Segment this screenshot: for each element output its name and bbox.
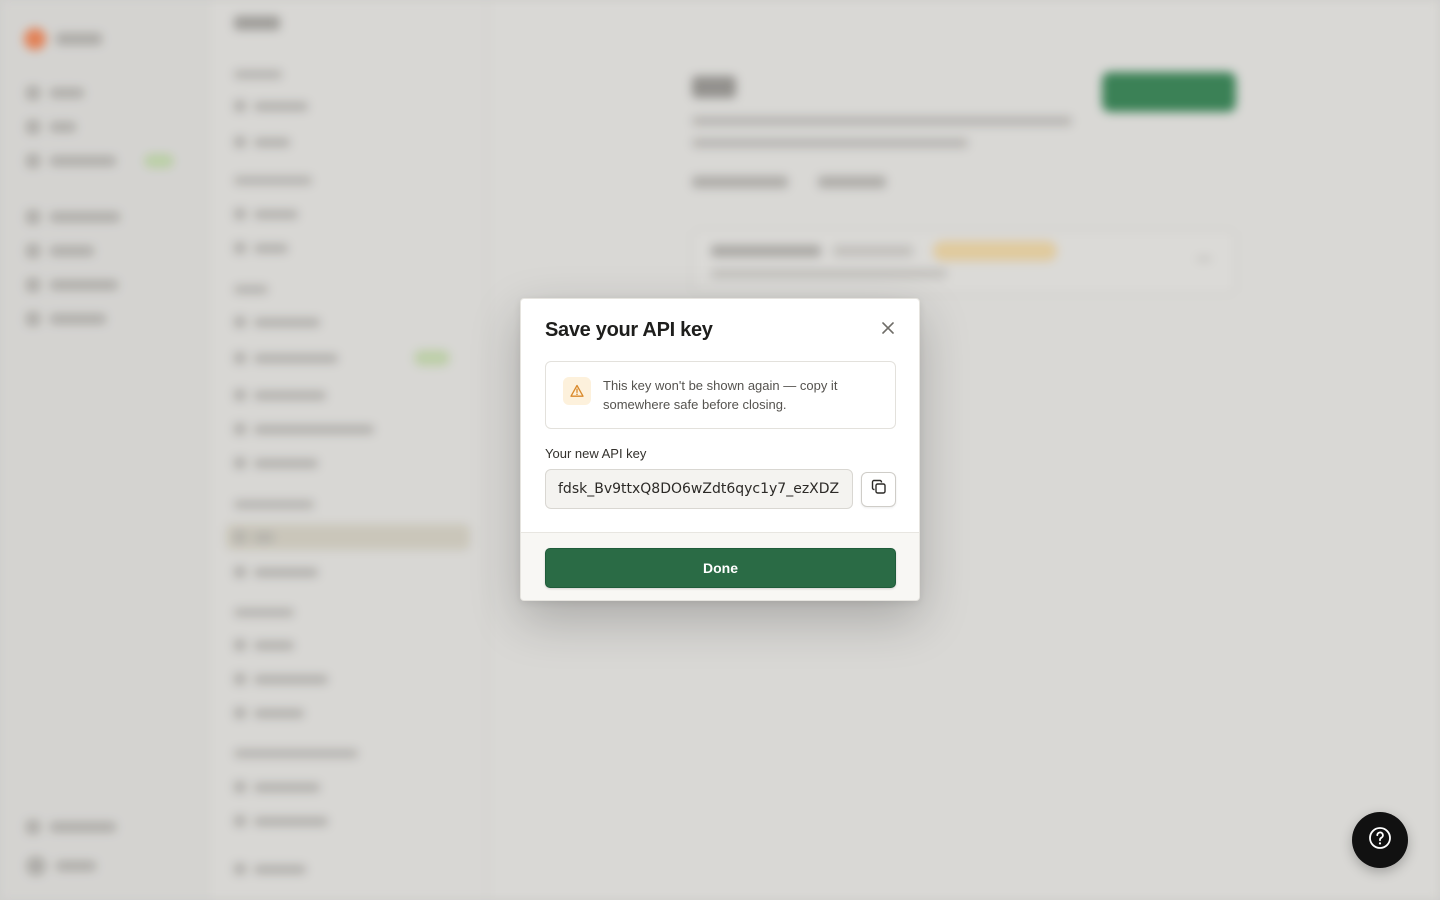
copy-button[interactable] [861, 472, 896, 507]
help-button[interactable] [1352, 812, 1408, 868]
close-button[interactable] [877, 319, 899, 341]
copy-icon [871, 479, 887, 500]
api-key-field[interactable] [545, 469, 853, 509]
question-circle-icon [1368, 826, 1392, 855]
warning-triangle-icon [563, 377, 591, 405]
warning-text: This key won't be shown again — copy it … [603, 378, 838, 412]
close-icon [881, 321, 895, 340]
done-button[interactable]: Done [545, 548, 896, 588]
dialog-title: Save your API key [545, 319, 713, 341]
api-key-label: Your new API key [545, 446, 647, 461]
dialog-footer: Done [521, 532, 919, 600]
warning-callout: This key won't be shown again — copy it … [545, 361, 896, 429]
save-api-key-dialog: Save your API key This key won't be show… [520, 298, 920, 601]
